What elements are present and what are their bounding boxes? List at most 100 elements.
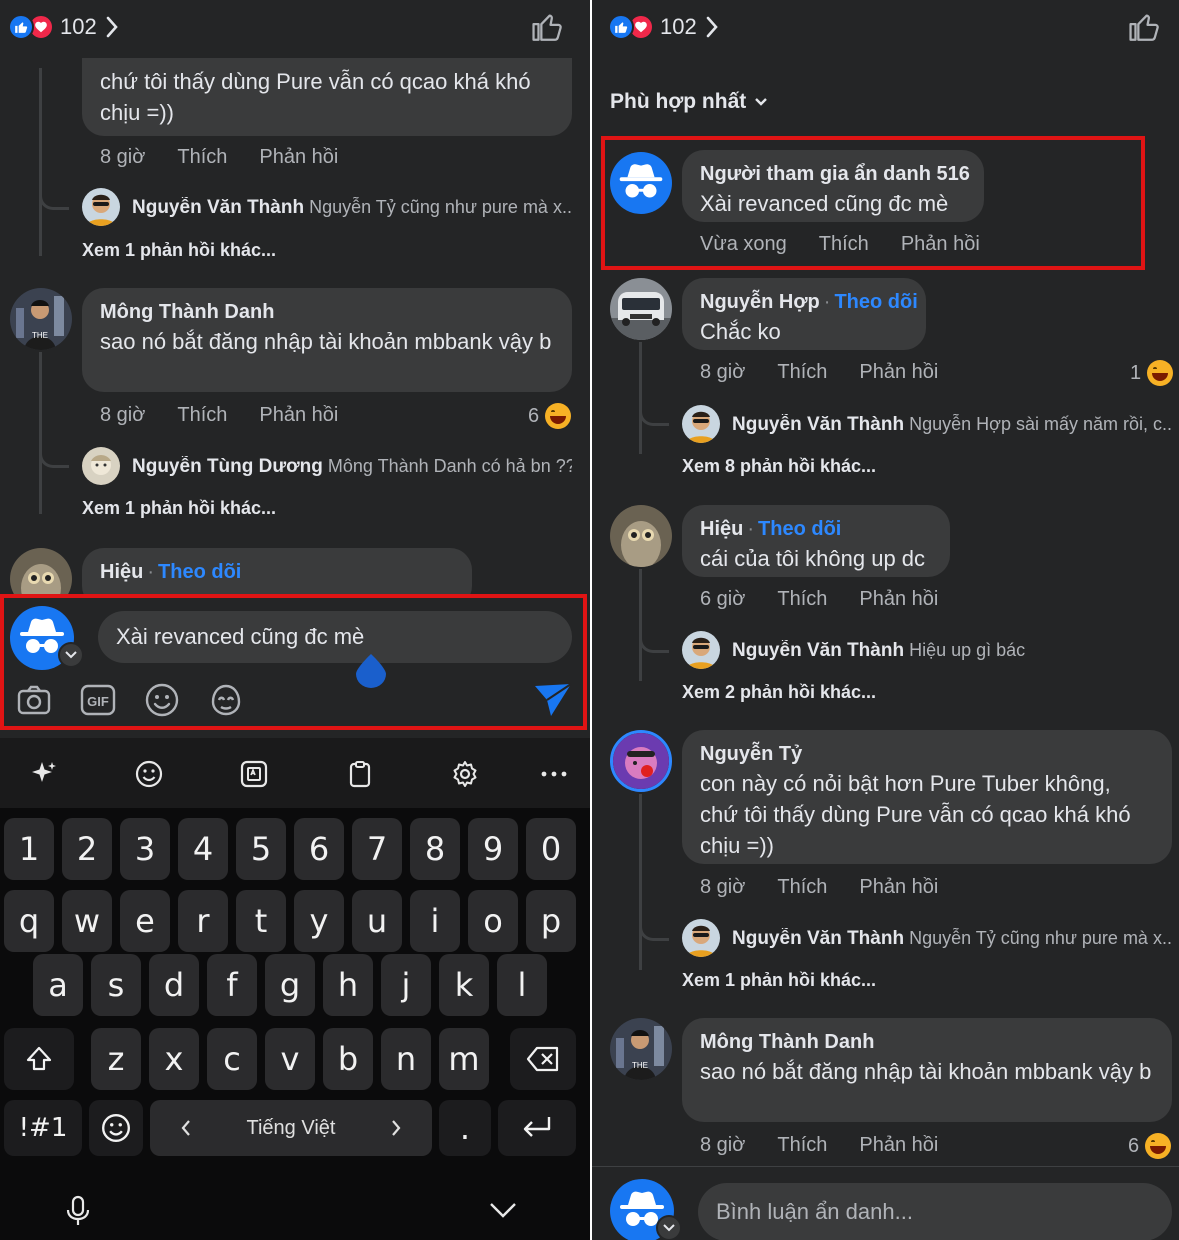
avatar[interactable] — [610, 505, 672, 567]
key-5[interactable]: 5 — [236, 818, 286, 880]
avatar[interactable] — [682, 405, 720, 443]
like-button[interactable]: Thích — [777, 588, 827, 611]
like-button[interactable]: Thích — [177, 404, 227, 427]
reaction-tally[interactable]: 1 — [1130, 360, 1174, 386]
key-w[interactable]: w — [62, 890, 112, 952]
sparkle-icon[interactable] — [24, 754, 64, 794]
avatar[interactable]: THE — [610, 1018, 672, 1080]
identity-switch[interactable] — [58, 642, 84, 668]
comment-bubble[interactable]: chứ tôi thấy dùng Pure vẫn có qcao khá k… — [82, 58, 572, 136]
comment-author[interactable]: Mông Thành Danh — [100, 298, 554, 326]
gif-icon[interactable]: GIF — [80, 682, 116, 718]
settings-gear-icon[interactable] — [445, 754, 485, 794]
view-more-replies[interactable]: Xem 8 phản hồi khác... — [682, 456, 876, 477]
sort-dropdown[interactable]: Phù hợp nhất — [610, 90, 768, 114]
camera-icon[interactable] — [16, 682, 52, 718]
translate-icon[interactable] — [234, 754, 274, 794]
key-3[interactable]: 3 — [120, 818, 170, 880]
avatar[interactable] — [610, 730, 672, 792]
backspace-key[interactable] — [510, 1028, 576, 1090]
microphone-icon[interactable] — [64, 1194, 92, 1228]
more-dots-icon[interactable] — [534, 754, 574, 794]
like-button[interactable]: Thích — [777, 1134, 827, 1157]
key-s[interactable]: s — [91, 954, 141, 1016]
key-e[interactable]: e — [120, 890, 170, 952]
avatar[interactable]: THE — [10, 288, 72, 350]
thumbs-up-icon[interactable] — [530, 10, 564, 44]
clipboard-icon[interactable] — [340, 754, 380, 794]
space-key[interactable]: Tiếng Việt — [150, 1100, 432, 1156]
comment-bubble[interactable]: Mông Thành Danh sao nó bắt đăng nhập tài… — [82, 288, 572, 392]
reply-button[interactable]: Phản hồi — [259, 146, 338, 169]
key-l[interactable]: l — [497, 954, 547, 1016]
key-f[interactable]: f — [207, 954, 257, 1016]
key-0[interactable]: 0 — [526, 818, 576, 880]
reaction-summary[interactable]: 102 — [608, 12, 719, 42]
like-button[interactable]: Thích — [177, 146, 227, 169]
key-p[interactable]: p — [526, 890, 576, 952]
comment-author[interactable]: Mông Thành Danh — [700, 1028, 1154, 1056]
view-more-replies[interactable]: Xem 1 phản hồi khác... — [82, 240, 276, 261]
avatar-sticker-icon[interactable] — [208, 682, 244, 718]
key-v[interactable]: v — [265, 1028, 315, 1090]
key-2[interactable]: 2 — [62, 818, 112, 880]
key-1[interactable]: 1 — [4, 818, 54, 880]
follow-button[interactable]: Theo dõi — [158, 561, 241, 583]
avatar[interactable] — [610, 278, 672, 340]
like-button[interactable]: Thích — [777, 876, 827, 899]
follow-button[interactable]: Theo dõi — [834, 291, 917, 313]
comment-bubble[interactable]: Mông Thành Danh sao nó bắt đăng nhập tài… — [682, 1018, 1172, 1122]
reply-button[interactable]: Phản hồi — [259, 404, 338, 427]
hide-keyboard-chevron-icon[interactable] — [488, 1200, 518, 1220]
symbols-key[interactable]: !#1 — [4, 1100, 82, 1156]
comment-bubble[interactable]: Người tham gia ẩn danh 516 Xài revanced … — [682, 150, 984, 222]
key-m[interactable]: m — [439, 1028, 489, 1090]
key-9[interactable]: 9 — [468, 818, 518, 880]
emoji-key[interactable] — [89, 1100, 143, 1156]
reply-button[interactable]: Phản hồi — [901, 233, 980, 256]
key-o[interactable]: o — [468, 890, 518, 952]
key-u[interactable]: u — [352, 890, 402, 952]
key-k[interactable]: k — [439, 954, 489, 1016]
comment-author[interactable]: Người tham gia ẩn danh 516 — [700, 160, 970, 188]
avatar[interactable] — [82, 188, 120, 226]
reply-preview[interactable]: Nguyễn Tùng Dương Mông Thành Danh có hả … — [132, 456, 572, 478]
key-i[interactable]: i — [410, 890, 460, 952]
reaction-tally[interactable]: 6 — [1128, 1133, 1172, 1159]
key-a[interactable]: a — [33, 954, 83, 1016]
view-more-replies[interactable]: Xem 1 phản hồi khác... — [82, 498, 276, 519]
enter-key[interactable] — [498, 1100, 576, 1156]
view-more-replies[interactable]: Xem 2 phản hồi khác... — [682, 682, 876, 703]
key-7[interactable]: 7 — [352, 818, 402, 880]
comment-bubble[interactable]: Nguyễn Hợp · Theo dõi Chắc ko — [682, 278, 926, 350]
key-6[interactable]: 6 — [294, 818, 344, 880]
anonymous-comment-input[interactable]: Bình luận ẩn danh... — [698, 1183, 1172, 1240]
like-button[interactable]: Thích — [819, 233, 869, 256]
reaction-tally[interactable]: 6 — [528, 403, 572, 429]
reply-preview[interactable]: Nguyễn Văn Thành Nguyễn Hợp sài mấy năm … — [732, 414, 1172, 436]
thumbs-up-icon[interactable] — [1127, 10, 1161, 44]
emoji-keyboard-icon[interactable] — [129, 754, 169, 794]
emoji-icon[interactable] — [144, 682, 180, 718]
comment-author[interactable]: Nguyễn Tỷ — [700, 740, 1154, 768]
avatar[interactable] — [682, 919, 720, 957]
reply-preview[interactable]: Nguyễn Văn Thành Nguyễn Tỷ cũng như pure… — [732, 928, 1172, 950]
key-b[interactable]: b — [323, 1028, 373, 1090]
like-button[interactable]: Thích — [777, 361, 827, 384]
key-t[interactable]: t — [236, 890, 286, 952]
reply-button[interactable]: Phản hồi — [859, 1134, 938, 1157]
key-r[interactable]: r — [178, 890, 228, 952]
avatar[interactable] — [682, 631, 720, 669]
reply-preview[interactable]: Nguyễn Văn Thành Hiệu up gì bác — [732, 640, 1172, 662]
key-c[interactable]: c — [207, 1028, 257, 1090]
key-y[interactable]: y — [294, 890, 344, 952]
reply-button[interactable]: Phản hồi — [859, 361, 938, 384]
follow-button[interactable]: Theo dõi — [758, 518, 841, 540]
key-x[interactable]: x — [149, 1028, 199, 1090]
send-icon[interactable] — [533, 682, 573, 718]
comment-bubble[interactable]: Hiệu · Theo dõi cái của tôi không up dc — [682, 505, 950, 577]
key-h[interactable]: h — [323, 954, 373, 1016]
reply-button[interactable]: Phản hồi — [859, 588, 938, 611]
key-z[interactable]: z — [91, 1028, 141, 1090]
identity-switch[interactable] — [656, 1215, 682, 1240]
